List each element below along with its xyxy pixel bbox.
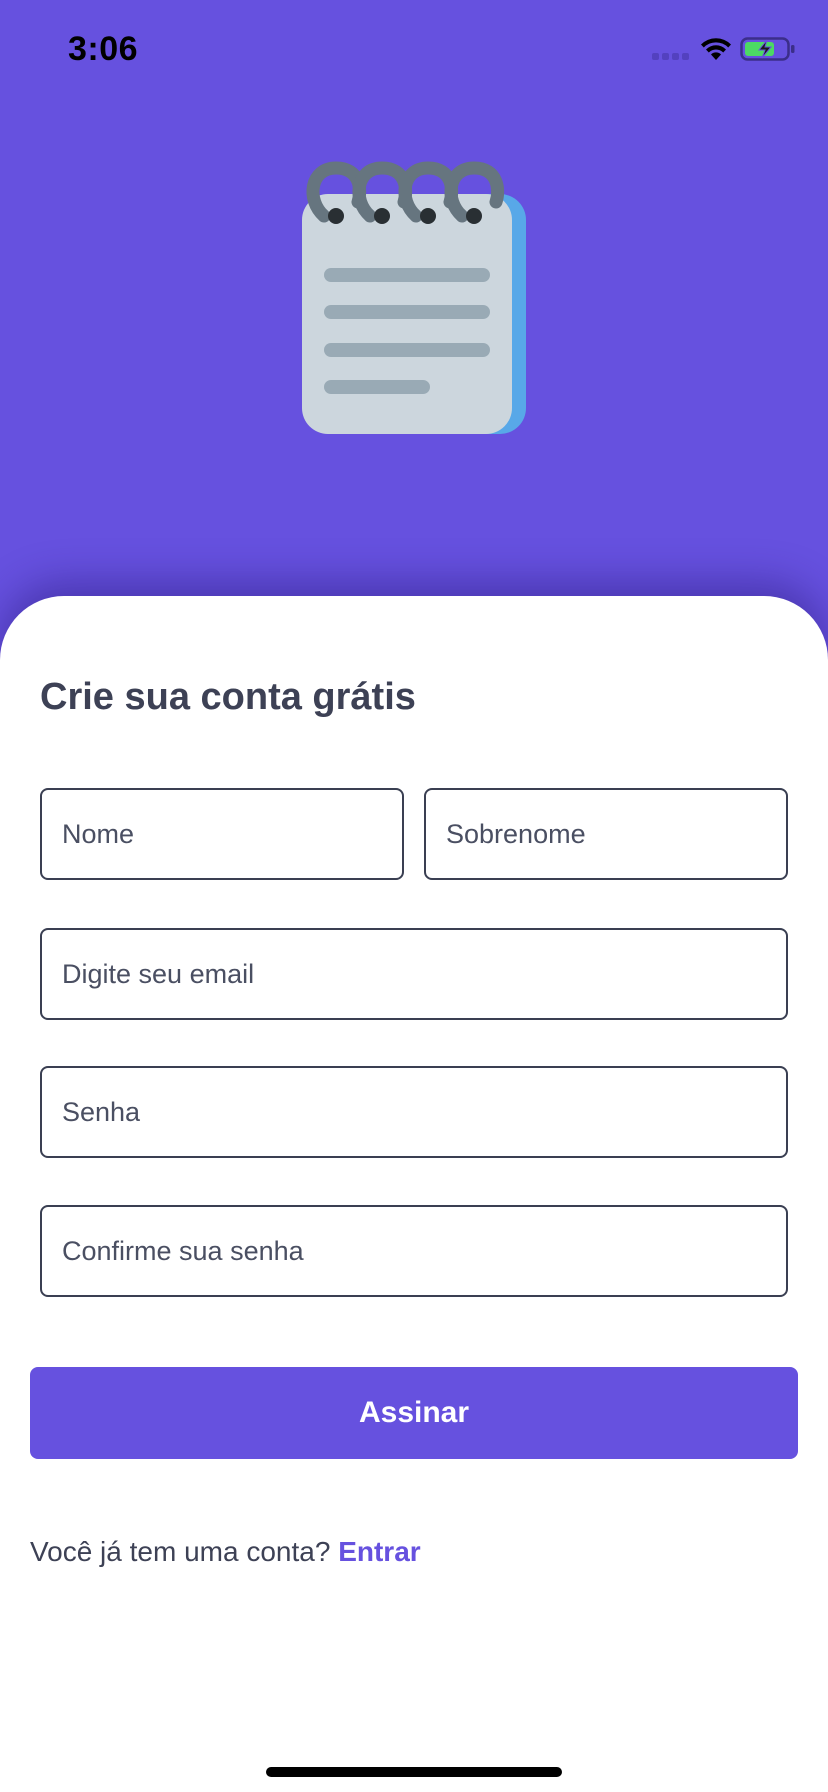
wifi-icon	[701, 38, 731, 60]
login-prompt-text: Você já tem uma conta?	[30, 1536, 331, 1567]
email-input[interactable]	[40, 928, 788, 1020]
login-prompt: Você já tem uma conta? Entrar	[30, 1536, 421, 1568]
battery-charging-icon	[740, 37, 795, 61]
password-input[interactable]	[40, 1066, 788, 1158]
confirm-password-input[interactable]	[40, 1205, 788, 1297]
login-link[interactable]: Entrar	[338, 1536, 420, 1567]
notepad-icon	[302, 161, 526, 434]
first-name-input[interactable]	[40, 788, 404, 880]
page-title: Crie sua conta grátis	[40, 676, 416, 718]
home-indicator[interactable]	[266, 1767, 562, 1777]
signup-sheet: Crie sua conta grátis Assinar Você já te…	[0, 596, 828, 1792]
submit-button[interactable]: Assinar	[30, 1367, 798, 1459]
status-time: 3:06	[68, 30, 139, 68]
last-name-input[interactable]	[424, 788, 788, 880]
status-bar: 3:06	[0, 0, 828, 100]
cellular-signal-icon	[652, 53, 690, 61]
